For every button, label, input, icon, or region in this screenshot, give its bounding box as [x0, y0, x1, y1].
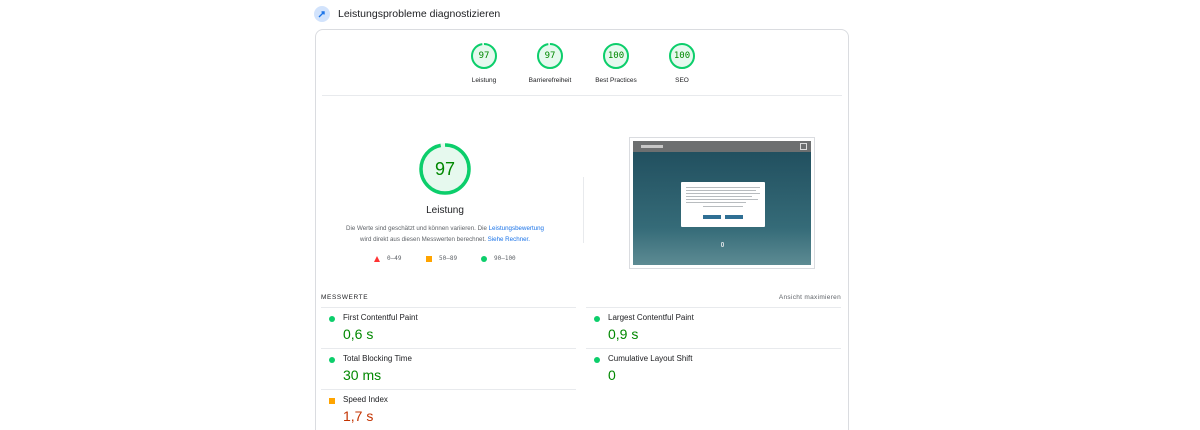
metric-label: First Contentful Paint [343, 313, 418, 322]
section-header: Leistungsprobleme diagnostizieren [314, 5, 500, 23]
performance-description: Die Werte sind geschätzt und können vari… [326, 223, 564, 245]
pass-circle-icon [329, 357, 335, 363]
performance-title: Leistung [426, 205, 464, 216]
legend-range: 50–89 [439, 255, 458, 262]
divider [322, 95, 842, 96]
scroll-indicator-icon [721, 242, 724, 247]
gauge-value: 97 [544, 51, 556, 61]
legend-fail: 0–49 [374, 255, 401, 262]
screenshot-image [633, 141, 811, 265]
metric-label: Total Blocking Time [343, 354, 412, 363]
cookie-dialog-thumbnail [681, 182, 765, 227]
metrics-header: MESSWERTE Ansicht maximieren [321, 294, 841, 304]
gauge-value: 97 [478, 51, 490, 61]
section-title: Leistungsprobleme diagnostizieren [338, 8, 501, 20]
metric-cls: Cumulative Layout Shift 0 [586, 348, 841, 388]
expand-view-toggle[interactable]: Ansicht maximieren [779, 294, 841, 301]
metrics-title: MESSWERTE [321, 294, 369, 301]
report-card: 97 Leistung 97 Barrierefreiheit 100 Best… [315, 29, 849, 430]
legend-average: 50–89 [426, 255, 457, 262]
logo-icon [641, 145, 663, 148]
triangle-icon [374, 255, 380, 262]
metric-value: 0,6 s [343, 326, 374, 342]
gauge-seo[interactable]: 100 SEO [642, 42, 722, 84]
metric-value: 0,9 s [608, 326, 639, 342]
thumbnail-button [725, 215, 743, 219]
score-ring: 100 [668, 42, 696, 70]
metric-value: 1,7 s [343, 408, 374, 424]
score-ring: 97 [536, 42, 564, 70]
scoring-link[interactable]: Leistungsbewertung [489, 225, 544, 232]
desc-text: wird direkt aus diesen Messwerten berech… [360, 236, 488, 243]
metric-label: Cumulative Layout Shift [608, 354, 693, 363]
score-ring: 97 [470, 42, 498, 70]
metric-label: Speed Index [343, 395, 388, 404]
square-icon [426, 255, 432, 262]
average-square-icon [329, 398, 335, 404]
legend-range: 90–100 [494, 255, 516, 262]
pass-circle-icon [594, 357, 600, 363]
gauge-label: SEO [675, 77, 689, 84]
gauge-value: 100 [673, 51, 691, 61]
category-gauges: 97 Leistung 97 Barrierefreiheit 100 Best… [316, 42, 848, 98]
screenshot-header-bar [633, 141, 811, 152]
pagespeed-icon [314, 6, 330, 22]
metric-value: 30 ms [343, 367, 382, 383]
metric-label: Largest Contentful Paint [608, 313, 694, 322]
circle-icon [481, 255, 487, 262]
close-icon [800, 143, 807, 150]
legend-pass: 90–100 [481, 255, 516, 262]
metric-tbt: Total Blocking Time 30 ms [321, 348, 576, 388]
pass-circle-icon [329, 316, 335, 322]
gauge-value: 100 [607, 51, 625, 61]
metric-value: 0 [608, 367, 616, 383]
performance-gauge: 97 [418, 142, 472, 196]
calculator-link[interactable]: Siehe Rechner. [488, 236, 530, 243]
performance-score: 97 [434, 159, 456, 179]
score-ring: 100 [602, 42, 630, 70]
metric-fcp: First Contentful Paint 0,6 s [321, 307, 576, 347]
thumbnail-button [703, 215, 721, 219]
desc-text: Die Werte sind geschätzt und können vari… [345, 225, 489, 232]
legend-range: 0–49 [387, 255, 402, 262]
metric-lcp: Largest Contentful Paint 0,9 s [586, 307, 841, 347]
final-screenshot[interactable] [629, 137, 815, 269]
score-legend: 0–49 50–89 90–100 [374, 255, 534, 265]
pass-circle-icon [594, 316, 600, 322]
metric-speed-index: Speed Index 1,7 s [321, 389, 576, 429]
vertical-divider [583, 177, 584, 243]
